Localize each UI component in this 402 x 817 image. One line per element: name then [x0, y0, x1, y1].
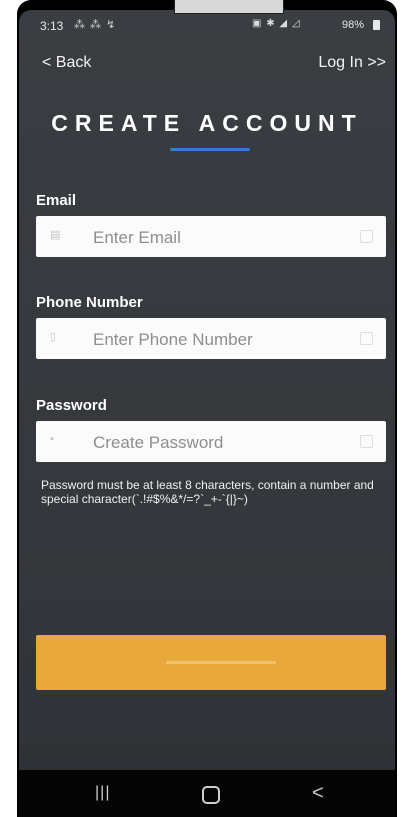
login-link[interactable]: Log In >> — [318, 54, 386, 72]
create-account-button[interactable] — [36, 635, 386, 690]
email-input[interactable] — [91, 216, 345, 259]
password-hint: Password must be at least 8 characters, … — [41, 478, 374, 506]
recents-button[interactable]: ||| — [95, 784, 110, 802]
clear-icon — [360, 230, 373, 243]
clear-icon — [360, 332, 373, 345]
envelope-icon: ▤ — [50, 229, 61, 241]
page-title: CREATE ACCOUNT — [51, 110, 363, 136]
button-highlight — [166, 661, 276, 664]
back-link[interactable]: < Back — [42, 54, 91, 72]
password-input[interactable] — [91, 421, 345, 464]
system-back-button[interactable]: < — [312, 782, 324, 805]
phone-label: Phone Number — [36, 294, 143, 311]
show-password-icon[interactable] — [360, 435, 373, 448]
android-nav-bar: ||| < — [19, 770, 395, 817]
lock-icon: ▪ — [50, 433, 54, 445]
home-button[interactable] — [202, 786, 220, 804]
password-field[interactable]: ▪ — [36, 421, 386, 464]
app-screen: 3:13 ⁂ ⁂ ↯ ▣ ✱ ◢ ◿ 98% < Back Log In >> … — [19, 10, 395, 770]
status-bar: 3:13 ⁂ ⁂ ↯ ▣ ✱ ◢ ◿ 98% — [19, 10, 395, 38]
title-underline — [170, 148, 250, 151]
battery-icon — [373, 20, 380, 30]
email-label: Email — [36, 192, 77, 209]
phone-frame: 3:13 ⁂ ⁂ ↯ ▣ ✱ ◢ ◿ 98% < Back Log In >> … — [17, 0, 397, 817]
signal-icons: ▣ ✱ ◢ ◿ — [252, 18, 301, 29]
phone-icon: ▯ — [50, 331, 57, 343]
password-label: Password — [36, 397, 107, 414]
status-time: 3:13 — [40, 19, 64, 33]
email-field[interactable]: ▤ — [36, 216, 386, 259]
battery-percent: 98% — [342, 19, 365, 31]
phone-field[interactable]: ▯ — [36, 318, 386, 361]
phone-input[interactable] — [91, 318, 345, 361]
notification-icons: ⁂ ⁂ ↯ — [74, 19, 117, 31]
top-tab — [174, 0, 284, 14]
